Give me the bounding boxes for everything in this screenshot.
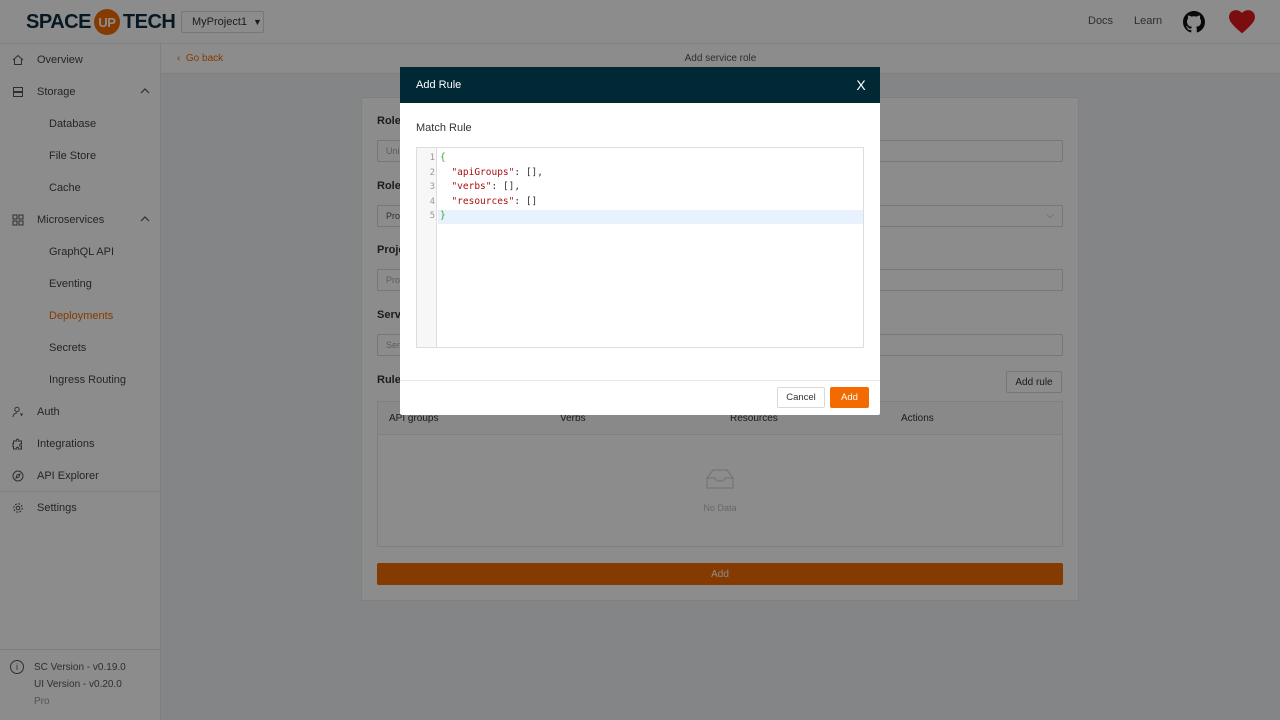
json-key: "verbs" (451, 181, 492, 192)
close-icon[interactable]: X (854, 78, 868, 92)
add-button[interactable]: Add (830, 387, 869, 408)
cancel-button[interactable]: Cancel (777, 387, 825, 408)
modal-title: Add Rule (416, 79, 462, 91)
line-number-gutter: 1 2 3 4 5 (417, 148, 437, 347)
modal-header: Add Rule X (400, 67, 880, 103)
json-code-editor[interactable]: 1 2 3 4 5 { "apiGroups": [], "verbs": []… (416, 147, 864, 348)
json-key: "resources" (451, 196, 515, 207)
code-line: } (440, 210, 446, 221)
match-rule-label: Match Rule (416, 122, 472, 134)
line-number: 5 (429, 211, 435, 221)
modal-footer-divider (400, 380, 880, 381)
code-line: "verbs": [], (440, 181, 520, 192)
line-number: 4 (429, 197, 435, 207)
code-line: { (440, 152, 446, 163)
line-number: 2 (429, 168, 435, 178)
code-line: "resources": [] (440, 196, 537, 207)
line-number: 3 (429, 182, 435, 192)
code-line: "apiGroups": [], (440, 167, 543, 178)
line-number: 1 (429, 153, 435, 163)
json-value: : [], (514, 167, 543, 178)
active-line-highlight (438, 210, 863, 224)
add-rule-modal: Add Rule X Match Rule 1 2 3 4 5 { "apiGr… (400, 67, 880, 415)
json-value: : [], (491, 181, 521, 192)
json-value: : [] (514, 196, 538, 207)
json-key: "apiGroups" (451, 167, 515, 178)
